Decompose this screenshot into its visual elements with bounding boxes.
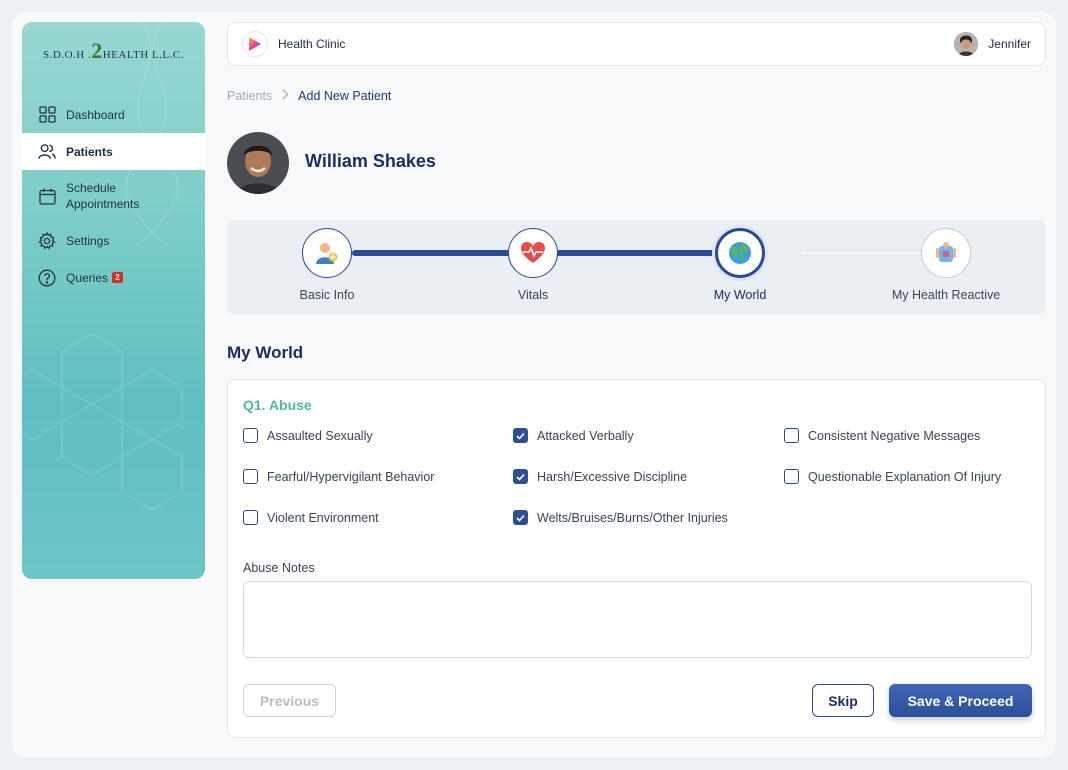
step-vitals[interactable]: Vitals [433, 228, 633, 302]
help-circle-icon [38, 269, 56, 287]
question-title: Q1. Abuse [243, 397, 312, 413]
body-icon [921, 228, 971, 278]
checkbox-checked[interactable] [513, 428, 528, 443]
option-label: Attacked Verbally [537, 428, 634, 443]
sidebar-item-label: Schedule Appointments [66, 181, 140, 211]
option-fearful-behavior[interactable]: Fearful/Hypervigilant Behavior [243, 469, 434, 484]
step-label: My Health Reactive [891, 288, 1001, 302]
abuse-notes-textarea[interactable] [243, 581, 1032, 658]
users-icon [38, 143, 56, 161]
breadcrumb: Patients Add New Patient [227, 89, 391, 103]
patient-avatar [227, 132, 289, 194]
globe-icon [715, 228, 765, 278]
grid-icon [38, 106, 56, 124]
sidebar-nav: Dashboard Patients Schedule Appointments… [22, 96, 205, 296]
sidebar-item-label: Dashboard [66, 107, 125, 122]
user-add-icon [302, 228, 352, 278]
checkbox[interactable] [243, 510, 258, 525]
section-title: My World [227, 343, 304, 362]
gear-icon [38, 231, 56, 250]
option-label: Fearful/Hypervigilant Behavior [267, 469, 435, 484]
clinic-name: Health Clinic [278, 37, 346, 51]
user-avatar [954, 32, 979, 56]
option-label: Questionable Explanation Of Injury [808, 469, 1002, 484]
top-header: Health Clinic Jennifer [227, 22, 1046, 66]
sidebar-item-label: Patients [66, 144, 113, 159]
checkbox[interactable] [784, 469, 799, 484]
checkbox[interactable] [243, 469, 258, 484]
app-logo-icon [242, 31, 268, 57]
calendar-icon [38, 187, 56, 205]
user-menu[interactable]: Jennifer [954, 32, 1031, 56]
option-violent-environment[interactable]: Violent Environment [243, 510, 379, 525]
option-consistent-negative-messages[interactable]: Consistent Negative Messages [784, 428, 980, 443]
checkbox[interactable] [784, 428, 799, 443]
option-label: Harsh/Excessive Discipline [537, 469, 688, 484]
sidebar-item-schedule-appointments[interactable]: Schedule Appointments [22, 170, 205, 222]
sidebar-item-dashboard[interactable]: Dashboard [22, 96, 205, 133]
sidebar: S.D.O.H .2HEALTH L.L.C. Dashboard Patien… [22, 22, 205, 579]
sidebar-item-patients[interactable]: Patients [22, 133, 205, 170]
sidebar-item-label: Settings [66, 233, 110, 248]
step-basic-info[interactable]: Basic Info [227, 228, 427, 302]
option-label: Welts/Bruises/Burns/Other Injuries [537, 510, 728, 525]
checkbox-checked[interactable] [513, 469, 528, 484]
checkbox[interactable] [243, 428, 258, 443]
option-label: Violent Environment [267, 510, 379, 525]
step-my-world[interactable]: My World [640, 228, 840, 302]
check-icon [516, 473, 525, 481]
checkbox-checked[interactable] [513, 510, 528, 525]
sidebar-item-label: Queries [66, 270, 109, 285]
previous-button[interactable]: Previous [243, 684, 336, 717]
progress-stepper: Basic Info Vitals My World My Health Rea… [227, 220, 1046, 314]
brand-logo: S.D.O.H .2HEALTH L.L.C. [43, 38, 184, 63]
skip-button[interactable]: Skip [812, 684, 874, 717]
step-label: Basic Info [299, 288, 355, 302]
step-label: My World [713, 288, 767, 302]
option-welts-bruises[interactable]: Welts/Bruises/Burns/Other Injuries [513, 510, 728, 525]
option-attacked-verbally[interactable]: Attacked Verbally [513, 428, 634, 443]
question-card: Q1. Abuse Assaulted Sexually Attacked Ve… [227, 379, 1046, 738]
step-label: Vitals [517, 288, 549, 302]
queries-count-badge: 2 [112, 272, 124, 283]
abuse-notes-label: Abuse Notes [243, 561, 315, 575]
sidebar-item-queries[interactable]: Queries 2 [22, 259, 205, 296]
patient-name: William Shakes [305, 151, 436, 171]
option-label: Consistent Negative Messages [808, 428, 981, 443]
option-questionable-explanation[interactable]: Questionable Explanation Of Injury [784, 469, 1001, 484]
check-icon [516, 514, 525, 522]
user-name: Jennifer [988, 37, 1031, 51]
check-icon [516, 432, 525, 440]
breadcrumb-current: Add New Patient [298, 89, 392, 103]
step-my-health-reactive[interactable]: My Health Reactive [846, 228, 1046, 302]
sidebar-item-settings[interactable]: Settings [22, 222, 205, 259]
save-proceed-button[interactable]: Save & Proceed [889, 684, 1032, 717]
option-harsh-discipline[interactable]: Harsh/Excessive Discipline [513, 469, 687, 484]
breadcrumb-patients-link[interactable]: Patients [227, 89, 272, 103]
option-assaulted-sexually[interactable]: Assaulted Sexually [243, 428, 373, 443]
chevron-right-icon [281, 89, 289, 103]
heartbeat-icon [508, 228, 558, 278]
option-label: Assaulted Sexually [267, 428, 373, 443]
